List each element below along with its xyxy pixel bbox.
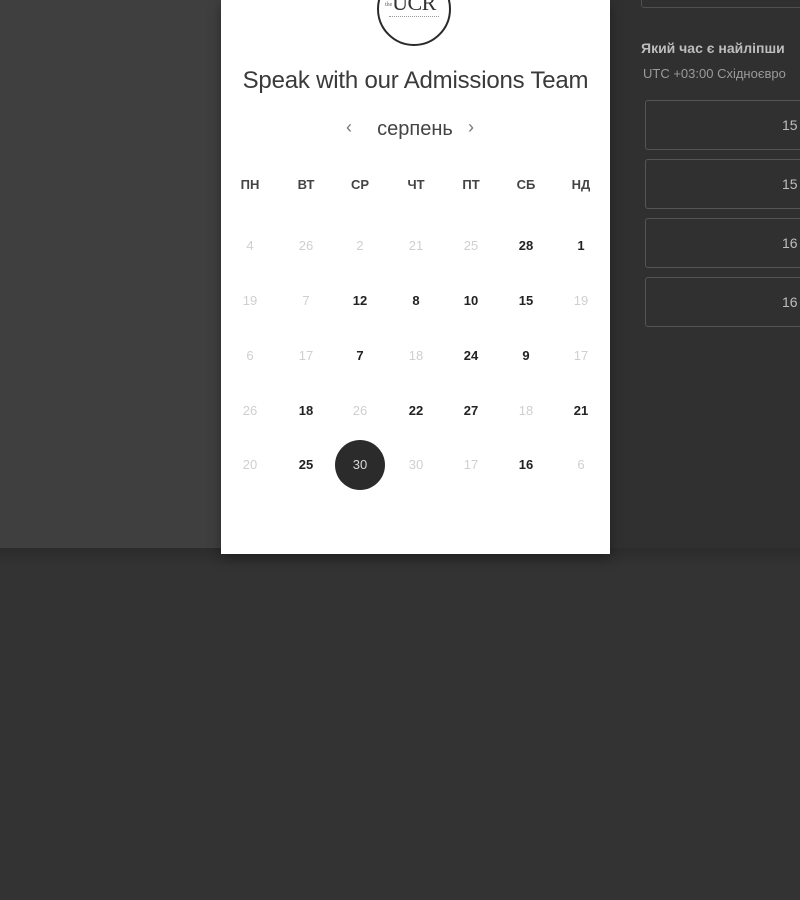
time-slot-label: 15 [782, 117, 798, 133]
calendar-day: 20 [242, 457, 258, 472]
calendar-day[interactable]: 18 [281, 386, 331, 436]
month-label: серпень [377, 118, 453, 140]
calendar-day[interactable]: 1 [556, 221, 606, 271]
weekday-header: ПТ [462, 177, 480, 192]
calendar-day[interactable]: 7 [335, 331, 385, 381]
logo-text: UCR [392, 0, 436, 15]
chevron-right-icon[interactable]: › [468, 117, 474, 138]
calendar-day: 4 [246, 238, 254, 253]
calendar-day: 19 [573, 293, 589, 308]
calendar-day: 17 [298, 348, 314, 363]
time-slot-label: 15 [782, 176, 798, 192]
time-slot-button[interactable]: 15 [645, 159, 800, 209]
calendar-day: 26 [298, 238, 314, 253]
timezone-label: UTC +03:00 Східноєвро [643, 66, 786, 81]
calendar-day: 21 [408, 238, 424, 253]
time-slot-label: 16 [782, 235, 798, 251]
weekday-header: ВТ [297, 177, 315, 192]
page-title: Speak with our Admissions Team [242, 67, 589, 94]
time-slot-button[interactable]: 15 [645, 100, 800, 150]
time-slot-button[interactable]: 16 [645, 218, 800, 268]
calendar-day: 2 [356, 238, 364, 253]
calendar-day[interactable]: 22 [391, 386, 441, 436]
calendar-day[interactable]: 9 [501, 331, 551, 381]
calendar-day: 6 [246, 348, 254, 363]
calendar-day: 6 [577, 457, 585, 472]
calendar-day-selected[interactable]: 30 [335, 440, 385, 490]
month-navigator: ‹ серпень › [221, 115, 610, 143]
calendar-day[interactable]: 8 [391, 276, 441, 326]
calendar-day: 17 [573, 348, 589, 363]
calendar-day[interactable]: 27 [446, 386, 496, 436]
weekday-header: НД [571, 177, 591, 192]
calendar-day[interactable]: 12 [335, 276, 385, 326]
calendar-day[interactable]: 15 [501, 276, 551, 326]
overlay-left [0, 0, 221, 554]
calendar-day: 19 [242, 293, 258, 308]
calendar-day[interactable]: 25 [281, 440, 331, 490]
logo-tagline [389, 16, 439, 19]
calendar-day: 7 [302, 293, 310, 308]
time-question: Який час є найліпши [641, 40, 785, 56]
calendar-day[interactable]: 28 [501, 221, 551, 271]
timezone-select-edge[interactable] [641, 0, 800, 8]
calendar-day[interactable]: 21 [556, 386, 606, 436]
calendar-day: 18 [518, 403, 534, 418]
calendar-day[interactable]: 24 [446, 331, 496, 381]
weekday-header: СБ [516, 177, 536, 192]
time-slot-label: 16 [782, 294, 798, 310]
chevron-left-icon[interactable]: ‹ [346, 117, 352, 138]
time-slot-button[interactable]: 16 [645, 277, 800, 327]
calendar-day: 26 [352, 403, 368, 418]
weekday-header: СР [350, 177, 370, 192]
calendar-day: 25 [463, 238, 479, 253]
ucr-logo: the UCR [377, 0, 451, 46]
weekday-header: ЧТ [407, 177, 425, 192]
calendar-day: 17 [463, 457, 479, 472]
calendar-day: 18 [408, 348, 424, 363]
calendar-day: 26 [242, 403, 258, 418]
calendar-day: 30 [408, 457, 424, 472]
calendar-day[interactable]: 16 [501, 440, 551, 490]
scheduler-card: the UCR Speak with our Admissions Team ‹… [221, 0, 610, 554]
calendar-day[interactable]: 10 [446, 276, 496, 326]
weekday-header: ПН [240, 177, 260, 192]
